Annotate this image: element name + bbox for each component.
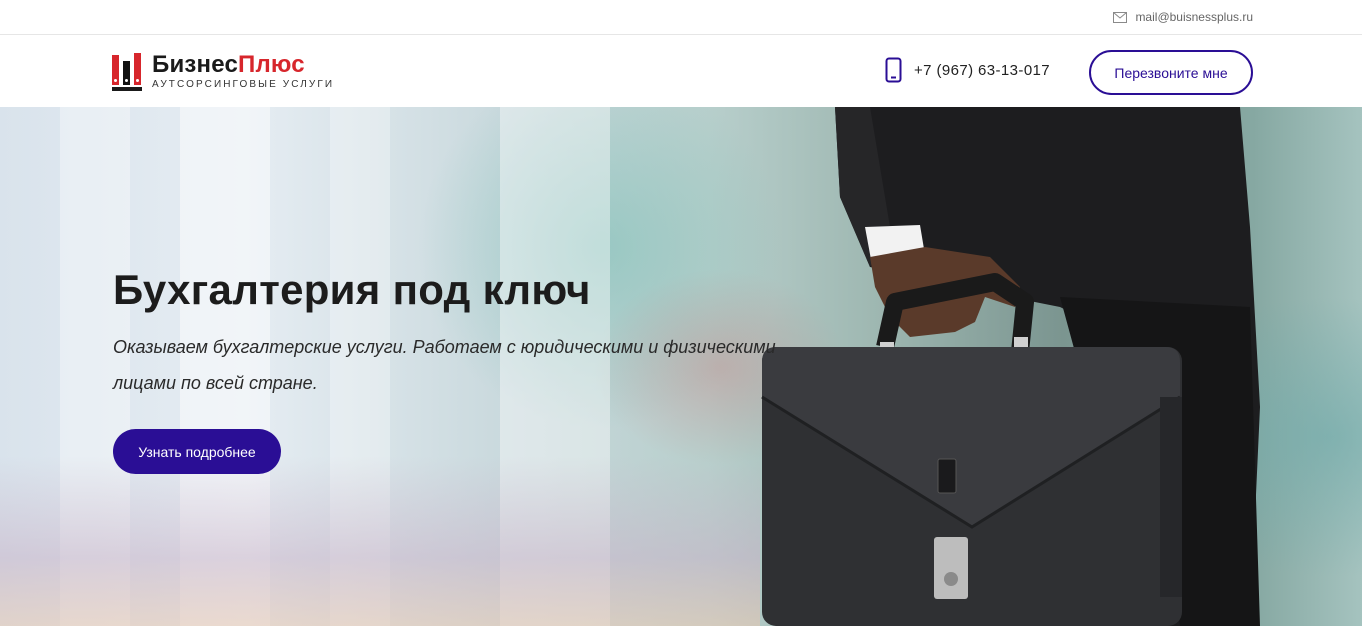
callback-button[interactable]: Перезвоните мне <box>1089 50 1253 95</box>
email-link[interactable]: mail@buisnessplus.ru <box>1113 10 1253 24</box>
hero-section: Бухгалтерия под ключ Оказываем бухгалтер… <box>0 107 1362 626</box>
logo-tagline: АУТСОРСИНГОВЫЕ УСЛУГИ <box>152 79 335 90</box>
learn-more-button[interactable]: Узнать подробнее <box>113 429 281 474</box>
envelope-icon <box>1113 11 1128 23</box>
hero-title: Бухгалтерия под ключ <box>113 266 591 313</box>
hero-content: Бухгалтерия под ключ Оказываем бухгалтер… <box>113 257 793 474</box>
site-header: БизнесПлюс АУТСОРСИНГОВЫЕ УСЛУГИ +7 (967… <box>0 36 1362 107</box>
logo-mark-icon <box>112 53 142 91</box>
logo-name: БизнесПлюс <box>152 51 305 78</box>
mobile-phone-icon <box>885 57 902 83</box>
email-text: mail@buisnessplus.ru <box>1135 10 1253 24</box>
businessman-with-briefcase-image <box>761 107 1260 626</box>
logo[interactable]: БизнесПлюс АУТСОРСИНГОВЫЕ УСЛУГИ <box>112 50 334 94</box>
phone-number: +7 (967) 63-13-017 <box>914 61 1051 79</box>
hero-subtitle: Оказываем бухгалтерские услуги. Работаем… <box>113 337 776 393</box>
top-bar: mail@buisnessplus.ru <box>0 0 1362 35</box>
phone-link[interactable]: +7 (967) 63-13-017 <box>885 57 1050 83</box>
